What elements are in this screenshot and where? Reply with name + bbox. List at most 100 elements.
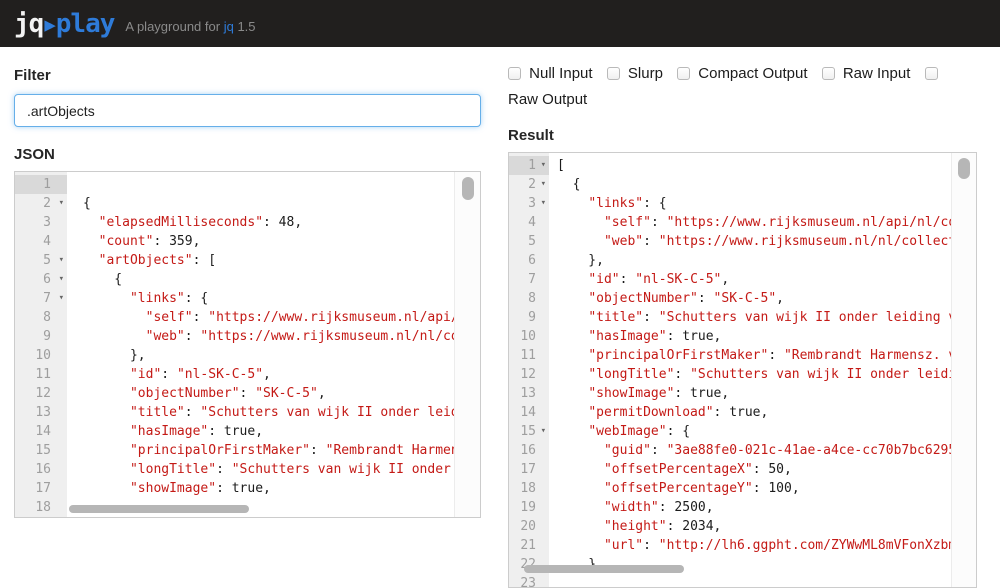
app-logo[interactable]: jq ▶ play (14, 9, 114, 39)
code-line[interactable] (83, 175, 455, 194)
code-line[interactable]: [ (557, 156, 952, 175)
json-editor-vertical-scrollbar[interactable] (454, 172, 480, 517)
line-number: 16 (15, 460, 67, 479)
code-line[interactable]: "links": { (557, 194, 952, 213)
code-line[interactable]: "longTitle": "Schutters van wijk II onde… (557, 365, 952, 384)
jq-link[interactable]: jq (224, 19, 234, 34)
compact-output-checkbox[interactable] (677, 67, 690, 80)
horizontal-scroll-thumb[interactable] (524, 565, 684, 573)
line-number: 13 (15, 403, 67, 422)
code-line[interactable]: "offsetPercentageX": 50, (557, 460, 952, 479)
result-label: Result (508, 127, 977, 144)
line-number: 18 (509, 479, 549, 498)
line-number: 2▾ (15, 194, 67, 213)
code-line[interactable]: "longTitle": "Schutters van wijk II onde… (83, 460, 455, 479)
code-line[interactable]: "web": "https://www.rijksmuseum.nl/nl/co… (557, 232, 952, 251)
code-line[interactable]: { (83, 194, 455, 213)
fold-chevron-down-icon[interactable]: ▾ (541, 175, 546, 194)
code-line[interactable]: { (557, 175, 952, 194)
fold-chevron-down-icon[interactable]: ▾ (541, 194, 546, 213)
fold-chevron-down-icon[interactable]: ▾ (541, 422, 546, 441)
vertical-scroll-thumb[interactable] (958, 158, 970, 179)
vertical-scroll-thumb[interactable] (462, 177, 474, 200)
option-label: Compact Output (698, 65, 807, 82)
json-editor-code[interactable]: { "elapsedMilliseconds": 48, "count": 35… (67, 175, 455, 517)
code-line[interactable]: "count": 359, (83, 232, 455, 251)
line-number: 18 (15, 498, 67, 517)
line-number: 6 (509, 251, 549, 270)
result-editor-gutter: 1▾2▾3▾456789101112131415▾161718192021222… (509, 153, 549, 587)
result-editor[interactable]: 1▾2▾3▾456789101112131415▾161718192021222… (508, 152, 977, 588)
code-line[interactable]: "showImage": true, (83, 479, 455, 498)
line-number: 4 (15, 232, 67, 251)
fold-chevron-down-icon[interactable]: ▾ (59, 289, 64, 308)
option-label: Raw Input (843, 65, 911, 82)
code-line[interactable]: "self": "https://www.rijksmuseum.nl/api/… (557, 213, 952, 232)
raw-input-checkbox[interactable] (822, 67, 835, 80)
code-line[interactable]: "height": 2034, (557, 517, 952, 536)
code-line[interactable]: "web": "https://www.rijksmuseum.nl/nl/co… (83, 327, 455, 346)
json-label: JSON (14, 146, 481, 163)
json-editor[interactable]: 12▾345▾6▾7▾89101112131415161718 { "elaps… (14, 171, 481, 518)
filter-input[interactable] (14, 94, 481, 127)
logo-play-text: play (56, 9, 115, 39)
code-line[interactable]: "hasImage": true, (557, 327, 952, 346)
null-input-checkbox[interactable] (508, 67, 521, 80)
option-label: Null Input (529, 65, 592, 82)
code-line[interactable]: "offsetPercentageY": 100, (557, 479, 952, 498)
filter-label: Filter (14, 67, 481, 84)
code-line[interactable]: "url": "http://lh6.ggpht.com/ZYWwML8mVFo… (557, 536, 952, 555)
code-line[interactable]: "permitDownload": true, (557, 403, 952, 422)
code-line[interactable]: "links": { (83, 289, 455, 308)
code-line[interactable]: "hasImage": true, (83, 422, 455, 441)
line-number: 10 (509, 327, 549, 346)
code-line[interactable]: "elapsedMilliseconds": 48, (83, 213, 455, 232)
code-line[interactable]: "title": "Schutters van wijk II onder le… (83, 403, 455, 422)
code-line[interactable]: "objectNumber": "SK-C-5", (83, 384, 455, 403)
option-slurp[interactable]: Slurp (607, 65, 663, 82)
tagline: A playground for jq 1.5 (125, 13, 255, 34)
line-number: 11 (15, 365, 67, 384)
line-number: 8 (509, 289, 549, 308)
code-line[interactable]: "webImage": { (557, 422, 952, 441)
code-line[interactable]: }, (83, 346, 455, 365)
logo-jq-text: jq (14, 9, 43, 39)
code-line[interactable]: }, (557, 251, 952, 270)
result-editor-code[interactable]: [ { "links": { "self": "https://www.rijk… (549, 156, 952, 587)
code-line[interactable]: "width": 2500, (557, 498, 952, 517)
code-line[interactable]: { (83, 270, 455, 289)
line-number: 5 (509, 232, 549, 251)
fold-chevron-down-icon[interactable]: ▾ (59, 251, 64, 270)
slurp-checkbox[interactable] (607, 67, 620, 80)
option-null-input[interactable]: Null Input (508, 65, 593, 82)
option-compact-output[interactable]: Compact Output (677, 65, 807, 82)
line-number: 15▾ (509, 422, 549, 441)
code-line[interactable]: "self": "https://www.rijksmuseum.nl/api/… (83, 308, 455, 327)
code-line[interactable]: "id": "nl-SK-C-5", (83, 365, 455, 384)
code-line[interactable]: "title": "Schutters van wijk II onder le… (557, 308, 952, 327)
code-line[interactable]: "objectNumber": "SK-C-5", (557, 289, 952, 308)
line-number: 12 (509, 365, 549, 384)
fold-chevron-down-icon[interactable]: ▾ (59, 194, 64, 213)
tagline-version: 1.5 (237, 19, 255, 34)
fold-chevron-down-icon[interactable]: ▾ (59, 270, 64, 289)
code-line[interactable]: "id": "nl-SK-C-5", (557, 270, 952, 289)
line-number: 16 (509, 441, 549, 460)
line-number: 11 (509, 346, 549, 365)
fold-chevron-down-icon[interactable]: ▾ (541, 156, 546, 175)
code-line[interactable]: "showImage": true, (557, 384, 952, 403)
raw-output-checkbox[interactable] (925, 67, 938, 80)
horizontal-scroll-thumb[interactable] (69, 505, 249, 513)
line-number: 5▾ (15, 251, 67, 270)
play-icon: ▶ (44, 11, 54, 36)
code-line[interactable]: "guid": "3ae88fe0-021c-41ae-a4ce-cc70b7b… (557, 441, 952, 460)
code-line[interactable] (557, 574, 952, 587)
code-line[interactable]: "principalOrFirstMaker": "Rembrandt Harm… (557, 346, 952, 365)
line-number: 2▾ (509, 175, 549, 194)
code-line[interactable]: "artObjects": [ (83, 251, 455, 270)
right-column: Null Input Slurp Compact Output Raw Inpu… (508, 47, 977, 588)
option-raw-input[interactable]: Raw Input (822, 65, 911, 82)
code-line[interactable]: "principalOrFirstMaker": "Rembrandt Harm… (83, 441, 455, 460)
result-editor-vertical-scrollbar[interactable] (951, 153, 976, 587)
line-number: 14 (15, 422, 67, 441)
